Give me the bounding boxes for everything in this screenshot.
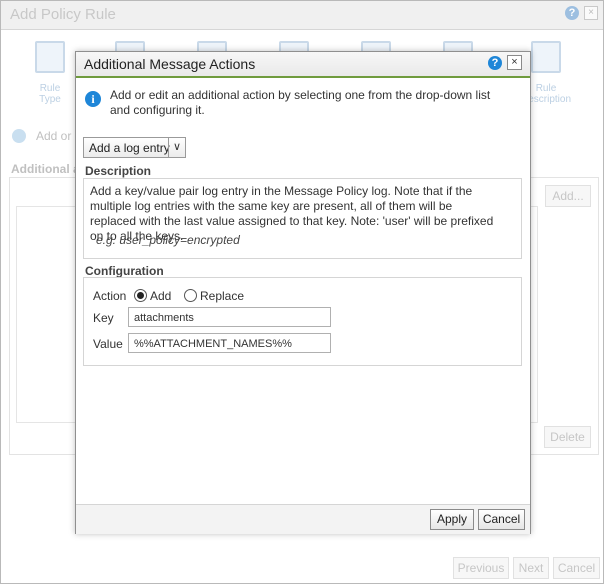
additional-message-actions-dialog: Additional Message Actions ? × i Add or … — [75, 51, 531, 534]
step-rule-type: Rule Type — [25, 41, 75, 105]
chevron-down-icon[interactable]: ∨ — [168, 138, 185, 157]
dialog-title-bar: Additional Message Actions ? × — [76, 52, 530, 78]
action-replace-label[interactable]: Replace — [200, 289, 244, 303]
step-label: Rule Type — [39, 83, 61, 105]
info-icon: i — [85, 91, 101, 107]
action-add-radio[interactable] — [134, 289, 147, 302]
help-icon[interactable]: ? — [488, 56, 502, 70]
value-input[interactable]: %%ATTACHMENT_NAMES%% — [128, 333, 331, 353]
key-input[interactable]: attachments — [128, 307, 331, 327]
info-message: Add or edit an additional action by sele… — [110, 88, 491, 117]
background-cancel-button[interactable]: Cancel — [553, 557, 600, 579]
next-button[interactable]: Next — [513, 557, 549, 579]
background-add-button[interactable]: Add... — [545, 185, 591, 207]
example-text: e.g. user_policy=encrypted — [96, 233, 240, 247]
document-check-icon — [531, 41, 561, 73]
dropdown-selected-value: Add a log entry — [89, 141, 170, 155]
document-icon — [35, 41, 65, 73]
background-delete-button[interactable]: Delete — [544, 426, 591, 448]
background-additional-label: Additional a — [11, 162, 80, 176]
value-label: Value — [93, 337, 123, 351]
action-label: Action — [93, 289, 127, 303]
action-replace-radio[interactable] — [184, 289, 197, 302]
apply-button[interactable]: Apply — [430, 509, 474, 530]
background-title-bar: Add Policy Rule ? × — [1, 1, 603, 30]
background-help-icon[interactable]: ? — [565, 6, 579, 20]
configuration-heading: Configuration — [85, 264, 164, 278]
key-label: Key — [93, 311, 114, 325]
background-info-icon — [12, 129, 26, 143]
close-icon[interactable]: × — [507, 55, 522, 70]
background-title: Add Policy Rule — [10, 6, 116, 23]
description-heading: Description — [85, 164, 152, 178]
action-type-dropdown[interactable]: Add a log entry ∨ — [83, 137, 186, 158]
previous-button[interactable]: Previous — [453, 557, 509, 579]
cancel-button[interactable]: Cancel — [478, 509, 525, 530]
action-add-label[interactable]: Add — [150, 289, 171, 303]
background-close-icon[interactable]: × — [584, 6, 598, 20]
dialog-title: Additional Message Actions — [84, 56, 256, 72]
